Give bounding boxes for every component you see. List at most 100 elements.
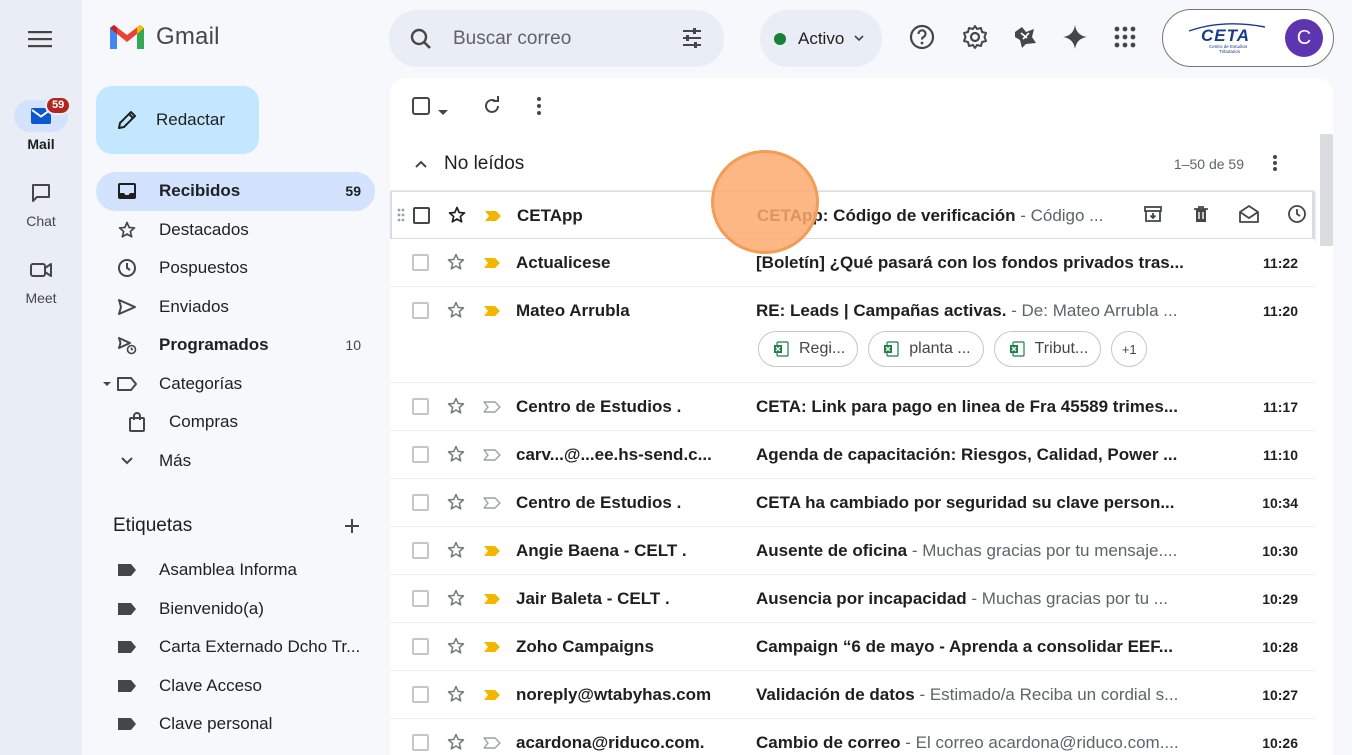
- star-icon[interactable]: [446, 300, 466, 325]
- more-attachments-chip[interactable]: +1: [1111, 331, 1148, 367]
- excel-file-icon: [1009, 341, 1035, 357]
- attachment-chip[interactable]: Tribut...: [993, 331, 1102, 367]
- email-row[interactable]: Actualicese [Boletín] ¿Qué pasará con los…: [390, 239, 1314, 287]
- label-item[interactable]: Asamblea Informa: [96, 551, 375, 590]
- settings-button[interactable]: [960, 22, 990, 52]
- email-list: CETApp CETApp: Código de verificación - C…: [390, 191, 1314, 755]
- importance-marker-icon[interactable]: [483, 688, 501, 706]
- gmail-logo[interactable]: Gmail: [108, 22, 220, 52]
- gemini-button[interactable]: [1060, 22, 1090, 52]
- nav-item-purchases[interactable]: Compras: [96, 403, 375, 442]
- nav-item-more[interactable]: Más: [96, 442, 375, 481]
- scrollbar-thumb[interactable]: [1320, 134, 1333, 246]
- archive-icon[interactable]: [1129, 204, 1177, 224]
- section-more-icon[interactable]: [1272, 154, 1278, 172]
- refresh-icon[interactable]: [482, 96, 502, 121]
- caret-down-icon[interactable]: [102, 380, 112, 388]
- importance-marker-icon[interactable]: [484, 209, 502, 227]
- rail-item-chat[interactable]: Chat: [0, 177, 82, 229]
- star-icon[interactable]: [446, 636, 466, 661]
- email-row[interactable]: Angie Baena - CELT . Ausente de oficina -…: [390, 527, 1314, 575]
- rail-item-mail[interactable]: 59 Mail: [0, 96, 82, 152]
- apps-button[interactable]: [1110, 22, 1140, 52]
- star-icon[interactable]: [446, 444, 466, 469]
- importance-marker-icon[interactable]: [483, 592, 501, 610]
- row-checkbox[interactable]: [412, 542, 429, 559]
- importance-marker-icon[interactable]: [483, 256, 501, 274]
- search-input[interactable]: Buscar correo: [453, 28, 571, 50]
- label-item[interactable]: Bienvenido(a): [96, 590, 375, 629]
- nav-item-scheduled[interactable]: Programados 10: [96, 326, 375, 365]
- nav-item-starred[interactable]: Destacados: [96, 211, 375, 250]
- attachment-chip[interactable]: planta ...: [868, 331, 984, 367]
- email-row[interactable]: Centro de Estudios . CETA ha cambiado por…: [390, 479, 1314, 527]
- gmail-m-icon: [110, 25, 144, 49]
- label-item[interactable]: Clave Acceso: [96, 667, 375, 706]
- star-icon[interactable]: [446, 684, 466, 709]
- star-icon[interactable]: [446, 492, 466, 517]
- status-dropdown[interactable]: Activo: [760, 10, 882, 67]
- row-checkbox[interactable]: [412, 494, 429, 511]
- star-icon[interactable]: [446, 252, 466, 277]
- account-switcher[interactable]: CETA Centro de Estudios Tributarios C: [1162, 9, 1334, 67]
- label-item[interactable]: Clave personal: [96, 705, 375, 744]
- importance-marker-icon[interactable]: [483, 496, 501, 514]
- nav-item-snoozed[interactable]: Pospuestos: [96, 249, 375, 288]
- snooze-icon[interactable]: [1273, 204, 1321, 224]
- email-subject: Validación de datos: [756, 685, 915, 704]
- row-checkbox[interactable]: [412, 446, 429, 463]
- importance-marker-icon[interactable]: [483, 544, 501, 562]
- delete-icon[interactable]: [1177, 204, 1225, 224]
- rail-item-meet[interactable]: Meet: [0, 254, 82, 306]
- star-icon[interactable]: [446, 588, 466, 613]
- importance-marker-icon[interactable]: [483, 448, 501, 466]
- search-options-icon[interactable]: [680, 26, 704, 50]
- email-row[interactable]: Centro de Estudios . CETA: Link para pago…: [390, 383, 1314, 431]
- email-content: CETA ha cambiado por seguridad su clave …: [756, 493, 1184, 513]
- more-options-icon[interactable]: [536, 96, 542, 121]
- collapse-chevron-icon[interactable]: [414, 159, 428, 169]
- unread-section-header: No leídos 1–50 de 59: [390, 140, 1320, 188]
- drag-handle-icon[interactable]: [397, 208, 405, 227]
- row-checkbox[interactable]: [412, 734, 429, 751]
- search-bar[interactable]: Buscar correo: [389, 10, 724, 67]
- importance-marker-icon[interactable]: [483, 736, 501, 754]
- avatar[interactable]: C: [1285, 19, 1323, 57]
- help-button[interactable]: [907, 22, 937, 52]
- star-icon[interactable]: [446, 396, 466, 421]
- email-row[interactable]: Zoho Campaigns Campaign “6 de mayo - Apre…: [390, 623, 1314, 671]
- nav-item-inbox[interactable]: Recibidos 59: [96, 172, 375, 211]
- email-row[interactable]: carv...@...ee.hs-send.c... Agenda de capa…: [390, 431, 1314, 479]
- nav-item-sent[interactable]: Enviados: [96, 288, 375, 327]
- row-checkbox[interactable]: [412, 638, 429, 655]
- mark-as-read-icon[interactable]: [1225, 204, 1273, 224]
- row-checkbox[interactable]: [413, 207, 430, 224]
- row-checkbox[interactable]: [412, 590, 429, 607]
- email-row[interactable]: noreply@wtabyhas.com Validación de datos …: [390, 671, 1314, 719]
- add-label-icon[interactable]: [343, 517, 361, 535]
- main-menu-button[interactable]: [22, 24, 58, 54]
- star-icon[interactable]: [446, 732, 466, 755]
- select-menu-caret-icon[interactable]: [438, 103, 448, 121]
- nav-item-categories[interactable]: Categorías: [96, 365, 375, 404]
- importance-marker-icon[interactable]: [483, 400, 501, 418]
- importance-marker-icon[interactable]: [483, 640, 501, 658]
- star-icon[interactable]: [446, 540, 466, 565]
- compose-button[interactable]: Redactar: [96, 86, 259, 154]
- gemini-extension-button[interactable]: [1010, 22, 1040, 52]
- row-checkbox[interactable]: [412, 686, 429, 703]
- importance-marker-icon[interactable]: [483, 304, 501, 322]
- row-checkbox[interactable]: [412, 302, 429, 319]
- star-icon[interactable]: [447, 205, 467, 230]
- label-item[interactable]: Carta Externado Dcho Tr...: [96, 628, 375, 667]
- email-row[interactable]: CETApp CETApp: Código de verificación - C…: [390, 191, 1314, 239]
- search-icon[interactable]: [409, 27, 433, 51]
- email-row[interactable]: Jair Baleta - CELT . Ausencia por incapac…: [390, 575, 1314, 623]
- row-checkbox[interactable]: [412, 398, 429, 415]
- attachment-chip[interactable]: Regi...: [758, 331, 859, 367]
- select-all-checkbox[interactable]: [412, 97, 430, 120]
- email-row[interactable]: Mateo Arrubla RE: Leads | Campañas activa…: [390, 287, 1314, 383]
- email-time: 11:22: [1262, 255, 1298, 271]
- row-checkbox[interactable]: [412, 254, 429, 271]
- email-row[interactable]: acardona@riduco.com. Cambio de correo - E…: [390, 719, 1314, 755]
